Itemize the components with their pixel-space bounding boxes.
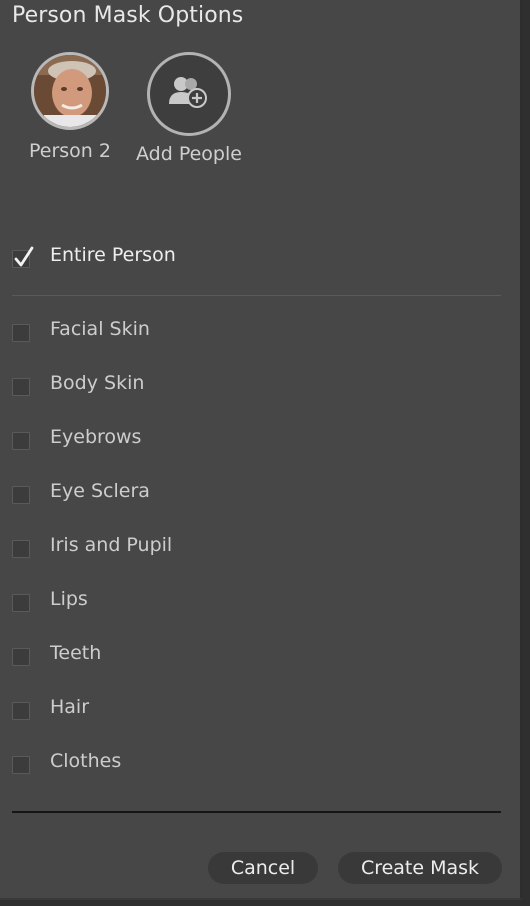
iris-and-pupil-checkbox[interactable]: [12, 540, 30, 558]
option-eyebrows[interactable]: Eyebrows: [12, 422, 141, 452]
teeth-checkbox[interactable]: [12, 648, 30, 666]
option-clothes[interactable]: Clothes: [12, 746, 121, 776]
entire-person-label: Entire Person: [50, 244, 176, 266]
hair-label: Hair: [50, 696, 90, 718]
lips-label: Lips: [50, 588, 88, 610]
clothes-label: Clothes: [50, 750, 122, 772]
panel-title: Person Mask Options: [12, 3, 244, 28]
create-mask-button[interactable]: Create Mask: [338, 852, 502, 884]
teeth-label: Teeth: [50, 642, 102, 664]
lips-checkbox[interactable]: [12, 594, 30, 612]
facial-skin-checkbox[interactable]: [12, 324, 30, 342]
facial-skin-label: Facial Skin: [50, 318, 150, 340]
section-divider: [12, 295, 501, 296]
option-iris-and-pupil[interactable]: Iris and Pupil: [12, 530, 172, 560]
option-lips[interactable]: Lips: [12, 584, 88, 614]
add-people-tile[interactable]: Add People: [136, 52, 242, 165]
cancel-button[interactable]: Cancel: [208, 852, 318, 884]
footer-divider: [12, 811, 501, 813]
body-skin-checkbox[interactable]: [12, 378, 30, 396]
iris-and-pupil-label: Iris and Pupil: [50, 534, 173, 556]
body-skin-label: Body Skin: [50, 372, 145, 394]
entire-person-checkbox[interactable]: [12, 246, 34, 268]
add-people-button[interactable]: [146, 52, 231, 136]
add-person-icon: [167, 74, 211, 114]
person-2-avatar[interactable]: [30, 52, 109, 130]
clothes-checkbox[interactable]: [12, 756, 30, 774]
hair-checkbox[interactable]: [12, 702, 30, 720]
option-eye-sclera[interactable]: Eye Sclera: [12, 476, 150, 506]
entire-person-option[interactable]: Entire Person: [12, 240, 176, 270]
person-2-label: Person 2: [29, 140, 111, 162]
eyebrows-checkbox[interactable]: [12, 432, 30, 450]
person-2-tile[interactable]: Person 2: [29, 52, 111, 162]
option-body-skin[interactable]: Body Skin: [12, 368, 144, 398]
eye-sclera-checkbox[interactable]: [12, 486, 30, 504]
eye-sclera-label: Eye Sclera: [50, 480, 150, 502]
option-facial-skin[interactable]: Facial Skin: [12, 314, 150, 344]
person-mask-options-panel: Person Mask Options Person 2 Add People …: [0, 0, 522, 900]
checkmark-icon: [14, 246, 34, 267]
option-teeth[interactable]: Teeth: [12, 638, 101, 668]
eyebrows-label: Eyebrows: [50, 426, 142, 448]
option-hair[interactable]: Hair: [12, 692, 89, 722]
add-people-label: Add People: [136, 143, 242, 165]
